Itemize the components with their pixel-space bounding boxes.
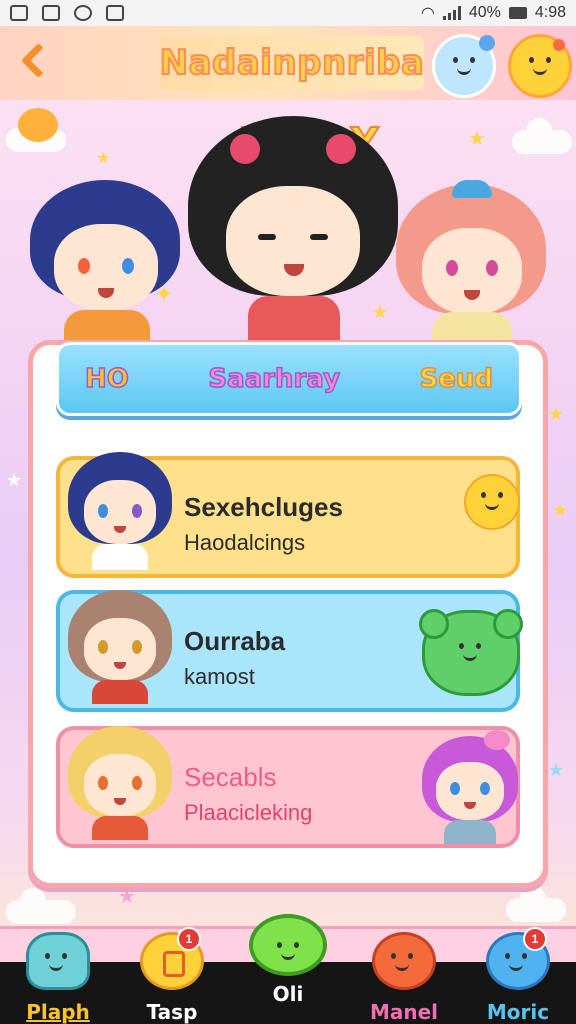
cloud-decoration [6,888,76,924]
star-icon: ★ [548,760,565,780]
wifi-icon: ◠ [420,5,435,22]
nav-item-manel[interactable]: Manel [354,926,454,1024]
card-subtitle: Haodalcings [184,530,306,555]
green-bear-icon [419,609,523,696]
tab-send[interactable]: Seud [419,363,494,395]
app-icon [106,5,124,21]
hat-icon [452,180,492,198]
title-banner: Nadainpnriba [159,36,425,90]
card-title: Ourraba [184,626,286,656]
card-title: Secabls [184,762,277,792]
star-wand-icon: ✦ [154,281,175,308]
sun-cat-icon [464,474,520,530]
bear-mascot-icon [372,932,436,990]
character-avatar [66,586,174,712]
bow-icon [230,134,260,164]
ghost-mascot-icon[interactable] [432,34,496,98]
bag-icon: 1 [140,927,204,990]
red-dot-icon [553,39,565,51]
character-center-avatar [188,116,398,346]
smiley-icon[interactable] [508,34,572,98]
battery-icon [508,7,527,19]
blue-mascot-icon: 1 [486,927,550,990]
app-header: Nadainpnriba [0,26,576,100]
image-icon [42,5,60,21]
card-title: Sexehcluges [184,492,343,522]
bow-icon [484,730,510,750]
chevron-left-icon [20,42,56,78]
nav-label-plaph: Plaph [26,1000,90,1024]
nav-label-tasp: Tasp [146,1000,198,1024]
nav-item-oli[interactable]: Oli [238,908,338,1006]
tab-search[interactable]: Saarhray [208,363,341,395]
shield-icon [74,5,92,21]
nav-label-manel: Manel [369,1000,439,1024]
gallery-icon [10,5,28,21]
character-right-avatar [396,180,546,350]
signal-icon [442,6,461,20]
character-avatar-purple [420,730,520,846]
list-card-3[interactable]: Secabls Plaacicleking [56,726,520,848]
star-icon: ★ [552,500,569,520]
character-avatar [66,722,174,848]
cloud-decoration [506,886,566,922]
list-card-2[interactable]: Ourraba kamost [56,590,523,712]
star-icon: ★ [6,470,23,490]
nav-label-oli: Oli [272,982,304,1006]
card-subtitle: Plaacicleking [184,800,313,825]
nav-item-moric[interactable]: 1 Moric [468,926,568,1024]
tab-bar: HO Saarhray Seud [56,342,522,416]
page-title: Nadainpnriba [159,42,425,84]
character-avatar [66,452,174,578]
star-icon: ★ [548,404,565,424]
nav-item-tasp[interactable]: 1 Tasp [122,926,222,1024]
card-subtitle: kamost [184,664,255,689]
tab-ho[interactable]: HO [84,363,129,395]
back-button[interactable] [14,40,56,80]
bow-icon [326,134,356,164]
list-card-1[interactable]: Sexehcluges Haodalcings [56,452,520,578]
tasp-badge: 1 [177,927,201,951]
blue-dot-icon [479,35,495,51]
clock: 4:98 [534,4,566,21]
status-bar: ◠ 40% 4:98 [0,0,576,26]
nav-label-moric: Moric [486,1000,550,1024]
hero-characters: TYTY ✦ [20,110,556,350]
character-left-avatar [30,180,180,350]
nav-item-plaph[interactable]: Plaph [8,926,108,1024]
tooth-mascot-icon [26,932,90,990]
battery-percent: 40% [468,4,501,21]
smile-face-icon [249,914,327,976]
moric-badge: 1 [523,927,547,951]
